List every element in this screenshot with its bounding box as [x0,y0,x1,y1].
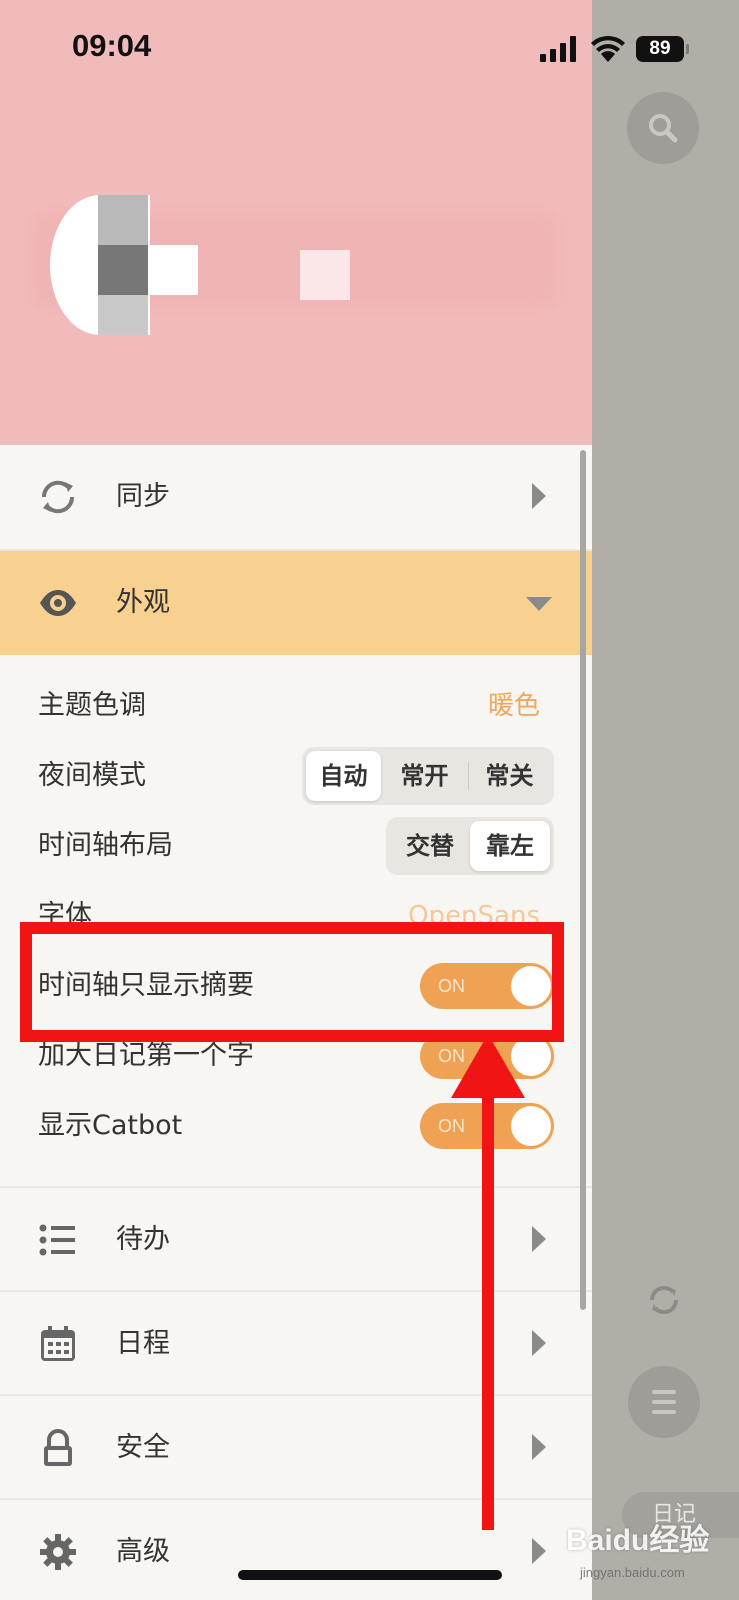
watermark-brand: Baidu经验 [566,1524,710,1557]
menu-label: 日程 [116,1328,170,1359]
chevron-down-icon [526,597,552,611]
annotation-arrow-head [451,1034,525,1098]
menu-label: 高级 [116,1536,170,1567]
menu-item-todo[interactable]: 待办 [0,1188,592,1292]
settings-drawer: 同步 外观 主题色调 暖色 夜间模式 自动 常开 常关 时间轴布局 交替 靠左 … [0,0,592,1600]
layout-left[interactable]: 靠左 [470,821,550,871]
profile-header [0,0,592,445]
username-pixelated [300,250,350,300]
watermark: Baidu经验 jingyan.baidu.com [566,1515,739,1595]
eye-icon [40,590,76,616]
menu-label: 待办 [116,1224,170,1255]
night-mode-always-on[interactable]: 常开 [381,751,468,801]
list-icon [39,1224,75,1256]
lock-icon [44,1429,72,1466]
chevron-right-icon [532,1538,546,1564]
menu-label: 同步 [116,481,170,512]
status-time: 09:04 [72,28,152,63]
annotation-highlight-box [20,922,564,1042]
calendar-icon [41,1326,75,1361]
theme-label: 主题色调 [38,690,146,721]
menu-icon [652,1390,676,1394]
battery-indicator: 89 [636,36,684,62]
timeline-layout-label: 时间轴布局 [38,830,173,861]
sync-icon [41,480,75,514]
wifi-icon [591,35,625,62]
theme-value[interactable]: 暖色 [488,678,540,734]
sync-icon[interactable] [644,1280,684,1320]
menu-item-advanced[interactable]: 高级 [0,1500,592,1600]
gear-icon [40,1534,76,1570]
night-mode-segmented[interactable]: 自动 常开 常关 [302,747,554,805]
battery-tip [686,44,689,54]
menu-item-schedule[interactable]: 日程 [0,1292,592,1396]
menu-item-appearance[interactable]: 外观 [0,551,592,655]
chevron-right-icon [532,1226,546,1252]
night-mode-label: 夜间模式 [38,760,146,791]
menu-label: 外观 [116,587,170,618]
main-screen-dimmed[interactable]: 日记 [592,0,739,1600]
show-catbot-label: 显示Catbot [38,1110,183,1141]
annotation-arrow-shaft [482,1090,494,1530]
toggle-knob [511,1106,551,1146]
timeline-layout-segmented[interactable]: 交替 靠左 [386,817,554,875]
home-indicator[interactable] [238,1570,502,1580]
menu-item-security[interactable]: 安全 [0,1396,592,1500]
avatar[interactable] [50,195,200,335]
menu-button[interactable] [628,1366,700,1438]
night-mode-always-off[interactable]: 常关 [469,751,550,801]
search-icon [649,114,678,143]
cellular-signal-icon [540,36,576,62]
watermark-url: jingyan.baidu.com [580,1565,685,1580]
menu-item-sync[interactable]: 同步 [0,445,592,549]
chevron-right-icon [532,483,546,509]
chevron-right-icon [532,1434,546,1460]
night-mode-auto[interactable]: 自动 [306,751,382,801]
chevron-right-icon [532,1330,546,1356]
layout-alternate[interactable]: 交替 [390,821,470,871]
scrollbar[interactable] [580,450,586,1310]
search-button[interactable] [627,92,699,164]
menu-label: 安全 [116,1432,170,1463]
